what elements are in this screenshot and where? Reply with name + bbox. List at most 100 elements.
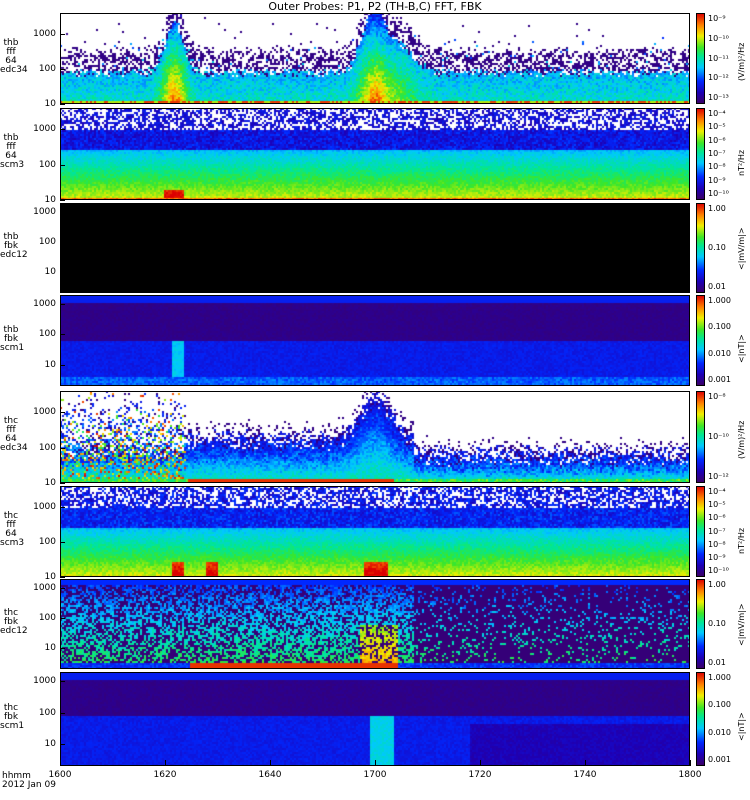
y-tick-mark: [60, 304, 65, 305]
y-tick-mark: [60, 212, 65, 213]
y-tick-label: 10: [44, 195, 56, 205]
y-axis-label: thc fbk edc12: [0, 609, 28, 636]
time-tick-label: 1740: [573, 770, 597, 780]
colorbar-tick-label: 10⁻⁵: [708, 122, 726, 132]
y-tick-mark: [60, 242, 65, 243]
colorbar-frame: [696, 579, 705, 669]
colorbar-tick-label: 10⁻⁷: [708, 149, 726, 158]
y-tick-mark: [60, 507, 65, 508]
time-tick-mark: [585, 760, 586, 766]
colorbar-tick-label: 10⁻⁸: [708, 162, 726, 172]
colorbar-tick-label: 0.10: [708, 243, 726, 252]
y-tick-label: 1000: [33, 407, 56, 418]
y-tick-label: 100: [38, 237, 56, 248]
spectrogram-image: [60, 13, 690, 104]
y-axis-label-line: edc34: [0, 64, 28, 75]
y-axis-label: thc fff 64 scm3: [0, 511, 25, 548]
colorbar-frame: [696, 203, 705, 293]
colorbar-unit-label: nT²/Hz: [737, 527, 746, 554]
y-tick-label: 10: [44, 99, 56, 109]
spectrogram-image: [60, 203, 690, 293]
y-tick-mark: [60, 542, 65, 543]
y-tick-label: 100: [38, 159, 56, 170]
time-tick-label: 1600: [48, 770, 72, 780]
y-tick-mark: [60, 104, 65, 105]
y-axis-label-line: edc34: [0, 443, 28, 453]
spectrogram-plot-thc-fbk-edc12: [60, 579, 690, 669]
y-axis-label-line: scm3: [0, 537, 25, 548]
y-tick-label: 10: [44, 739, 56, 750]
y-axis-label-line: edc12: [0, 250, 28, 260]
y-tick-mark: [60, 577, 65, 578]
colorbar-tick-label: 10⁻¹⁰: [708, 189, 729, 198]
time-tick-mark: [165, 760, 166, 766]
y-axis-label-line: edc12: [0, 626, 28, 636]
colorbar-tick-label: 10⁻¹⁰: [708, 566, 729, 575]
y-axis-label: thc fff 64 edc34: [0, 417, 28, 453]
y-tick-mark: [60, 681, 65, 682]
colorbar-tick-label: 10⁻⁴: [708, 109, 726, 118]
spectrogram-plot-thb-fbk-edc12: [60, 203, 690, 293]
spectrogram-plot-thb-fft-edc34: [60, 13, 690, 104]
colorbar-frame: [696, 486, 705, 577]
time-tick-mark: [690, 760, 691, 766]
y-tick-label: 100: [38, 707, 56, 718]
y-tick-mark: [60, 412, 65, 413]
colorbar-tick-label: 10⁻⁶: [708, 513, 726, 523]
y-tick-label: 100: [38, 537, 56, 548]
spectrogram-plot-thc-fbk-scm1: [60, 672, 690, 766]
y-tick-mark: [60, 448, 65, 449]
time-tick-label: 1700: [363, 770, 387, 780]
y-axis-label: thb fbk edc12: [0, 233, 28, 260]
y-tick-mark: [60, 713, 65, 714]
spectrogram-image: [60, 579, 690, 669]
colorbar-tick-label: 10⁻⁹: [708, 552, 726, 562]
colorbar-unit-label: (V/m)²/Hz: [737, 42, 746, 81]
y-tick-mark: [60, 129, 65, 130]
colorbar-tick-label: 10⁻¹⁰: [708, 432, 729, 441]
colorbar-tick-label: 0.001: [708, 755, 731, 764]
y-tick-mark: [60, 69, 65, 70]
colorbar-tick-label: 10⁻⁶: [708, 135, 726, 145]
y-axis-label: thb fbk scm1: [0, 325, 24, 353]
spectrogram-image: [60, 295, 690, 386]
colorbar-tick-label: 0.010: [708, 727, 731, 737]
spectrogram-image: [60, 672, 690, 766]
colorbar-tick-label: 10⁻⁷: [708, 526, 726, 536]
y-tick-label: 1000: [33, 676, 56, 687]
colorbar-tick-label: 1.00: [708, 580, 726, 589]
colorbar-frame: [696, 108, 705, 200]
y-tick-label: 100: [38, 442, 56, 453]
colorbar-tick-label: 10⁻⁵: [708, 500, 726, 510]
colorbar-frame: [696, 13, 705, 104]
spectrogram-plot-thb-fbk-scm1: [60, 295, 690, 386]
spectrogram-image: [60, 108, 690, 200]
time-tick-label: 1720: [468, 770, 492, 780]
y-tick-mark: [60, 588, 65, 589]
spectrogram-plot-thb-fff-scm3: [60, 108, 690, 200]
colorbar-tick-label: 10⁻⁸: [708, 392, 726, 401]
colorbar-tick-label: 0.10: [708, 619, 726, 628]
y-tick-mark: [60, 165, 65, 166]
y-tick-label: 10: [44, 643, 56, 654]
colorbar-unit-label: <|nT|>: [737, 333, 746, 363]
y-tick-mark: [60, 744, 65, 745]
colorbar-tick-label: 0.100: [708, 322, 731, 332]
colorbar-tick-label: 10⁻¹³: [708, 93, 729, 102]
spectrogram-image: [60, 486, 690, 577]
colorbar-tick-label: 10⁻⁹: [708, 14, 726, 23]
time-tick-mark: [375, 760, 376, 766]
y-tick-label: 1000: [33, 502, 56, 513]
y-tick-mark: [60, 648, 65, 649]
spectrogram-image: [60, 391, 690, 483]
y-tick-label: 1000: [33, 207, 56, 218]
colorbar-tick-label: 10⁻⁸: [708, 539, 726, 549]
y-axis-label: thb fff 64 scm3: [0, 134, 24, 170]
colorbar-tick-label: 0.001: [708, 375, 731, 384]
colorbar-tick-label: 1.000: [708, 673, 731, 682]
time-tick-label: 1640: [258, 770, 282, 780]
y-tick-mark: [60, 272, 65, 273]
colorbar-unit-label: (V/m)²/Hz: [737, 420, 746, 459]
y-tick-label: 10: [44, 572, 56, 582]
colorbar-tick-label: 1.000: [708, 296, 731, 305]
